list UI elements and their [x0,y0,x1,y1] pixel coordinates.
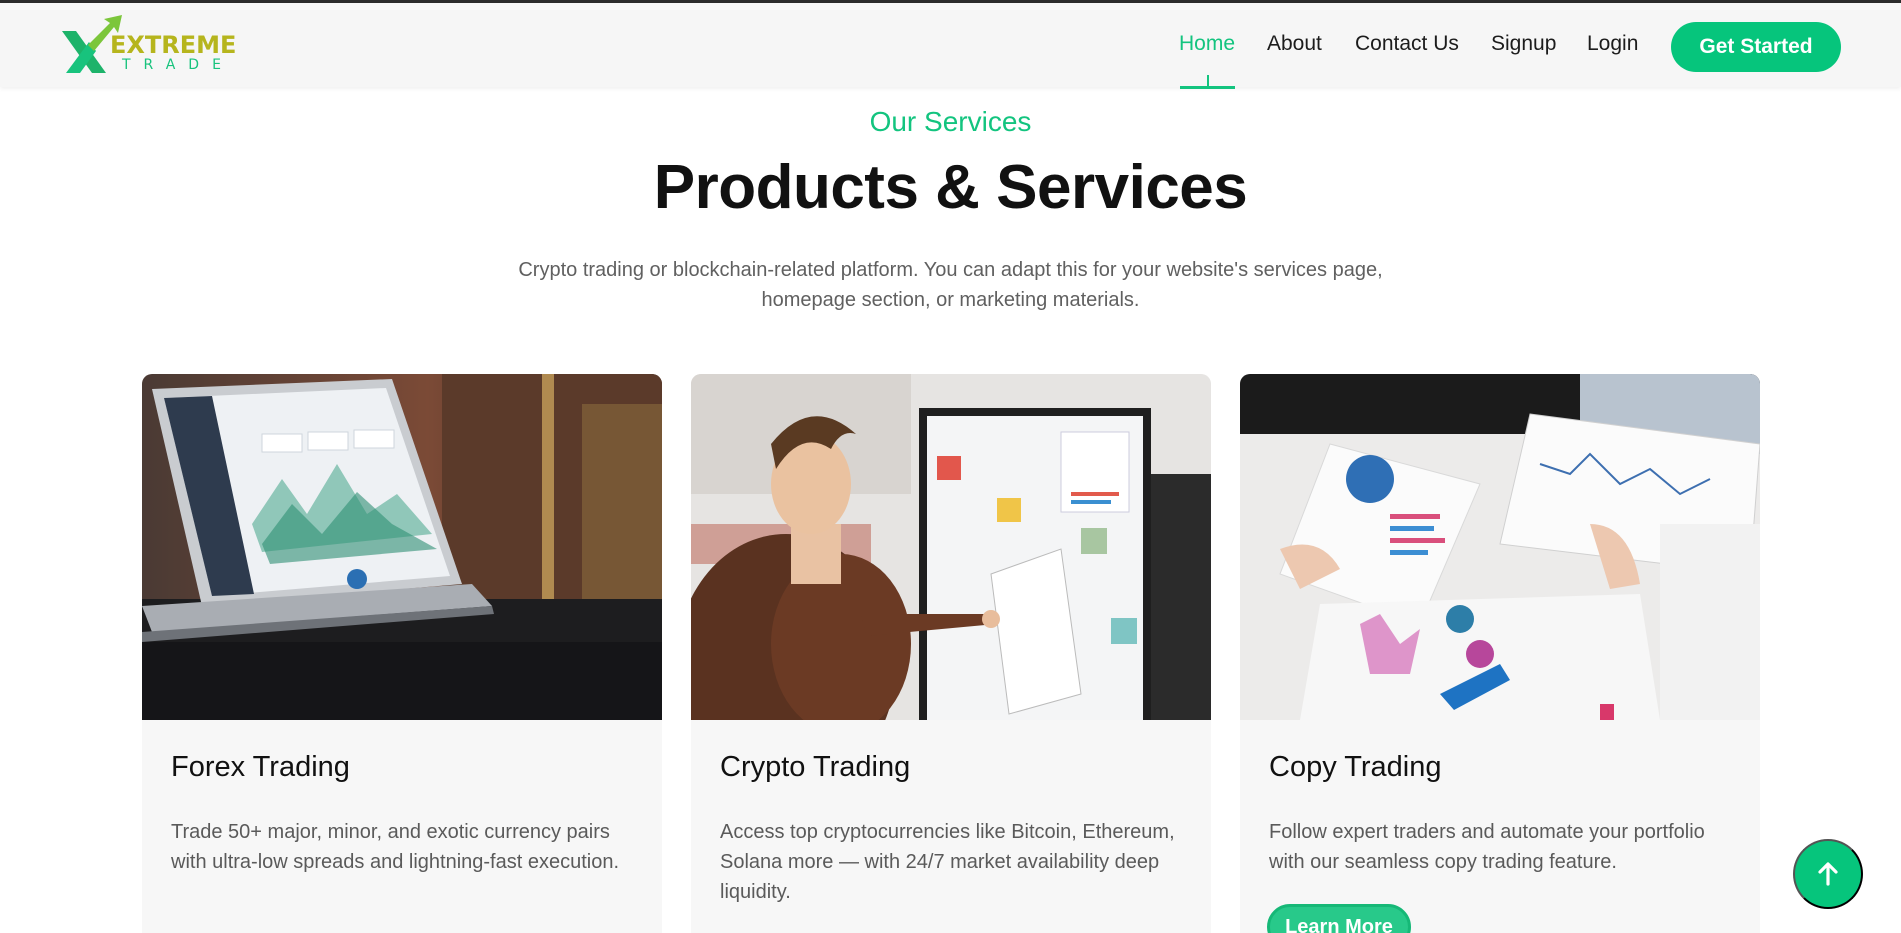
service-card-crypto: Crypto Trading Access top cryptocurrenci… [691,374,1211,933]
site-header: EXTREME TRADE Home About Contact Us Sign… [0,3,1901,89]
card-title: Crypto Trading [720,751,911,783]
nav-login[interactable]: Login [1587,32,1638,56]
section-title: Products & Services [653,153,1248,222]
nav-home[interactable]: Home [1179,32,1235,56]
card-text: Follow expert traders and automate your … [1269,821,1705,873]
get-started-button[interactable]: Get Started [1671,22,1841,72]
logo-word-extreme: EXTREME [110,31,237,59]
nav-about[interactable]: About [1267,32,1322,56]
section-description: Crypto trading or blockchain-related pla… [518,259,1383,311]
nav-contact-us[interactable]: Contact Us [1355,32,1459,56]
scroll-to-top-button[interactable] [1793,839,1863,909]
card-title: Forex Trading [171,751,350,783]
card-title: Copy Trading [1269,751,1442,783]
service-card-copy: Copy Trading Follow expert traders and a… [1240,374,1760,933]
card-text: Access top cryptocurrencies like Bitcoin… [720,821,1175,903]
card-text: Trade 50+ major, minor, and exotic curre… [171,821,620,873]
learn-more-button[interactable]: Learn More [1267,904,1411,933]
laptop-dashboard-image [142,374,662,720]
logo-word-trade: TRADE [122,57,234,73]
charts-on-desk-image [1240,374,1760,720]
brand-logo[interactable]: EXTREME TRADE [60,15,236,75]
presenter-whiteboard-image [691,374,1211,720]
active-nav-underline [1180,86,1235,89]
arrow-up-icon [1818,862,1838,886]
section-eyebrow: Our Services [869,106,1032,137]
service-card-forex: Forex Trading Trade 50+ major, minor, an… [142,374,662,933]
nav-signup[interactable]: Signup [1491,32,1556,56]
